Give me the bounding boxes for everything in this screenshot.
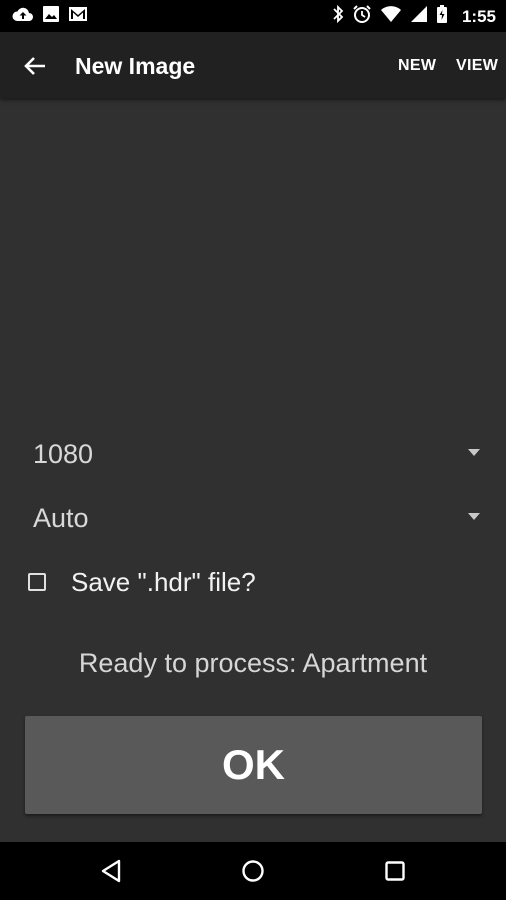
notification-icons bbox=[12, 5, 88, 28]
battery-icon bbox=[436, 4, 448, 29]
wifi-icon bbox=[380, 5, 402, 28]
bluetooth-icon bbox=[332, 4, 344, 29]
mode-value: Auto bbox=[33, 503, 89, 533]
image-icon bbox=[42, 5, 60, 28]
system-icons: 1:55 bbox=[332, 4, 496, 29]
gmail-icon bbox=[68, 5, 88, 28]
resolution-dropdown[interactable]: 1080 bbox=[24, 428, 482, 480]
status-bar: 1:55 bbox=[0, 0, 506, 32]
status-message: Ready to process: Apartment bbox=[78, 648, 428, 678]
alarm-icon bbox=[352, 4, 372, 29]
save-hdr-option[interactable]: Save ".hdr" file? bbox=[28, 565, 256, 599]
app-bar: New Image NEW VIEW bbox=[0, 32, 506, 98]
nav-home-icon[interactable] bbox=[238, 856, 268, 886]
navigation-bar bbox=[0, 842, 506, 900]
clock: 1:55 bbox=[461, 6, 496, 26]
ok-button[interactable]: OK bbox=[25, 716, 482, 814]
new-button[interactable]: NEW bbox=[398, 57, 436, 75]
dropdown-arrow-icon bbox=[468, 513, 480, 520]
view-button[interactable]: VIEW bbox=[456, 57, 498, 75]
dropdown-arrow-icon bbox=[468, 449, 480, 456]
nav-recents-icon[interactable] bbox=[380, 856, 410, 886]
nav-back-icon[interactable] bbox=[96, 856, 126, 886]
back-arrow-icon[interactable] bbox=[18, 49, 52, 83]
resolution-value: 1080 bbox=[33, 439, 94, 469]
save-hdr-checkbox[interactable] bbox=[28, 573, 46, 591]
save-hdr-label: Save ".hdr" file? bbox=[71, 566, 256, 597]
mode-dropdown[interactable]: Auto bbox=[24, 492, 482, 544]
cloud-upload-icon bbox=[12, 5, 34, 28]
signal-icon bbox=[410, 5, 428, 28]
page-title: New Image bbox=[75, 53, 196, 79]
